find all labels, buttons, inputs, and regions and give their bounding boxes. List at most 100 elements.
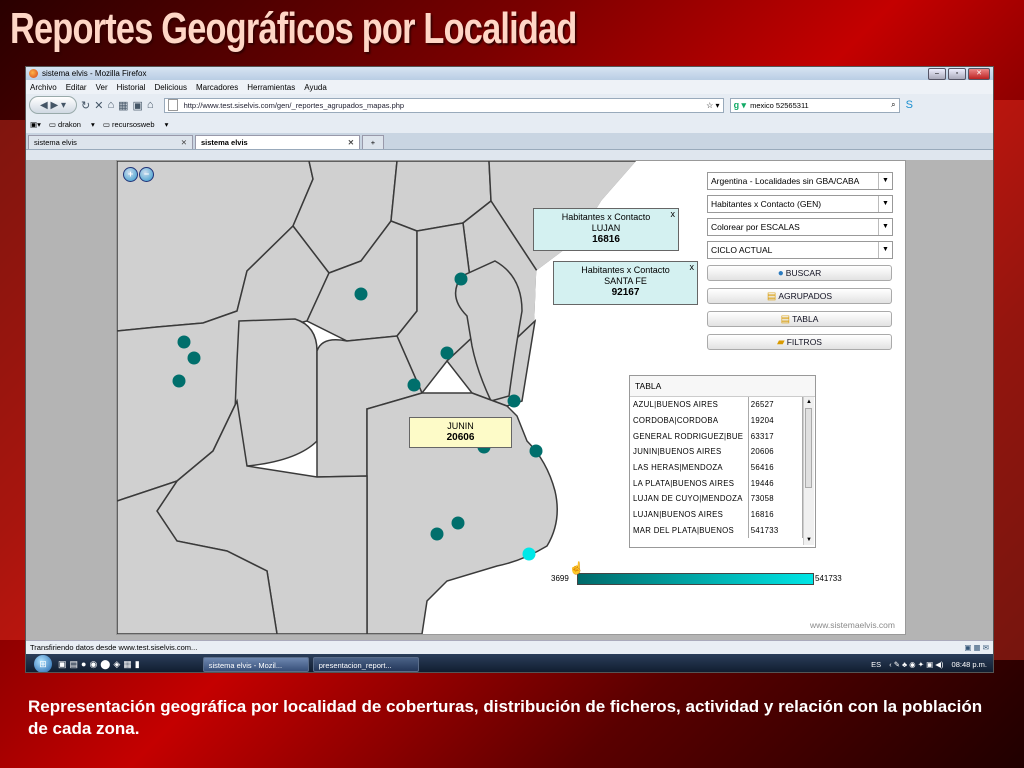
tab-sistema-elvis-2[interactable]: sistema elvis ✕ [195,135,360,149]
map-dot [507,394,521,408]
chevron-down-icon[interactable]: ▼ [878,196,892,212]
bookmark-star-icon[interactable]: ☆ ▾ [706,101,719,110]
map-dot [354,287,368,301]
slide-title: Reportes Geográficos por Localidad [10,4,577,53]
map-dot [407,378,421,392]
task-firefox[interactable]: sistema elvis - Mozil... [202,656,309,672]
bookmark-drakon[interactable]: ▭ drakon ▾ [49,120,95,129]
menu-bar: Archivo Editar Ver Historial Delicious M… [26,80,993,94]
address-bar[interactable]: http://www.test.siselvis.com/gen/_report… [163,97,724,113]
tooltip-lujan: x Habitantes x Contacto LUJAN 16816 [533,208,679,251]
table-row[interactable]: LAS HERAS|MENDOZA 56416 [631,459,804,476]
start-button[interactable]: ⊞ [34,655,52,672]
table-row[interactable]: JUNIN|BUENOS AIRES 20606 [631,444,804,460]
menu-historial[interactable]: Historial [117,83,146,92]
address-url[interactable]: http://www.test.siselvis.com/gen/_report… [184,101,707,110]
province-cuyo [232,318,318,467]
cycle-select[interactable]: CICLO ACTUAL ▼ [707,241,893,259]
bookmark-recursosweb[interactable]: ▭ recursosweb ▾ [103,120,169,129]
language-indicator[interactable]: ES [871,660,881,669]
region-select[interactable]: Argentina - Localidades sin GBA/CABA ▼ [707,172,893,190]
menu-ver[interactable]: Ver [96,83,108,92]
scale-cursor-icon[interactable]: ☝ [569,561,584,575]
zoom-in-icon[interactable]: + [123,167,138,182]
table-row[interactable]: LUJAN DE CUYO|MENDOZA 73058 [631,491,804,507]
map-dot-highlight [522,547,536,561]
map-dot [187,351,201,365]
scale-max-label: 541733 [815,574,842,583]
home-icon[interactable]: ⌂ [107,97,114,113]
tray-icons[interactable]: ‹ ✎ ♣ ◉ ✦ ▣ ◀) [889,660,943,669]
menu-ayuda[interactable]: Ayuda [304,83,327,92]
search-box[interactable]: g ▾ mexico 52565311 ⌕ [729,97,900,113]
back-forward-button[interactable]: ◀ ▶ ▾ [29,96,77,114]
tab-sistema-elvis-1[interactable]: sistema elvis ✕ [28,135,193,149]
menu-delicious[interactable]: Delicious [155,83,187,92]
document-icon: ▤ [780,313,791,325]
chevron-down-icon[interactable]: ▼ [878,242,892,258]
status-bar: Transfiriendo datos desde www.test.sisel… [26,640,993,654]
toolbar-icon-b[interactable]: ▣ [133,97,143,113]
filtros-button[interactable]: ▰ FILTROS [707,334,892,350]
table-title: TABLA [630,376,815,397]
chevron-down-icon[interactable]: ▼ [878,219,892,235]
scroll-thumb[interactable] [805,408,812,488]
tabla-button[interactable]: ▤ TABLA [707,311,892,327]
maximize-button[interactable]: ▫ [948,67,966,80]
tooltip-santa-fe: x Habitantes x Contacto SANTA FE 92167 [553,261,698,305]
bookmarks-menu-icon[interactable]: ▣▾ [30,120,41,129]
tab-strip: sistema elvis ✕ sistema elvis ✕ + [26,133,993,150]
document-icon: ▤ [766,290,777,302]
table-row[interactable]: MAR DEL PLATA|BUENOS 541733 [631,522,804,539]
browser-window: sistema elvis - Mozilla Firefox – ▫ ✕ Ar… [25,66,994,673]
metric-select[interactable]: Habitantes x Contacto (GEN) ▼ [707,195,893,213]
table-row[interactable]: AZUL|BUENOS AIRES 26527 [631,397,804,413]
color-mode-select[interactable]: Colorear por ESCALAS ▼ [707,218,893,236]
table-row[interactable]: CORDOBA|CORDOBA 19204 [631,412,804,429]
map-dot [454,272,468,286]
menu-archivo[interactable]: Archivo [30,83,57,92]
table-scrollbar[interactable]: ▲ ▼ [803,397,814,545]
quicklaunch-icons[interactable]: ▣▤●◉⬤◈▦▮ [58,659,143,670]
skype-icon[interactable]: S [906,97,913,113]
agrupados-button[interactable]: ▤ AGRUPADOS [707,288,892,304]
tab-close-icon[interactable]: ✕ [348,138,354,147]
report-page: + − x Habitantes x Contacto LUJAN 16816 … [116,160,906,635]
minimize-button[interactable]: – [928,67,946,80]
table-row[interactable]: GENERAL RODRIGUEZ|BUE 63317 [631,428,804,445]
map-dot [529,444,543,458]
slide-caption: Representación geográfica por localidad … [28,697,983,738]
tab-close-icon[interactable]: ✕ [181,138,187,147]
task-presentation[interactable]: presentacion_report... [312,656,419,672]
tag-icon[interactable]: ⌂ [147,97,154,113]
content-area: + − x Habitantes x Contacto LUJAN 16816 … [26,160,993,640]
close-window-button[interactable]: ✕ [968,67,990,80]
tooltip-close-icon[interactable]: x [671,209,676,220]
stop-icon[interactable]: ✕ [94,97,103,113]
system-tray: ES ‹ ✎ ♣ ◉ ✦ ▣ ◀) 08:48 p.m. [863,660,987,669]
menu-herramientas[interactable]: Herramientas [247,83,295,92]
data-table: AZUL|BUENOS AIRES 26527 CORDOBA|CORDOBA 19… [631,397,804,539]
site-watermark: www.sistemaelvis.com [809,620,895,630]
zoom-out-icon[interactable]: − [139,167,154,182]
search-input[interactable]: mexico 52565311 [750,101,891,110]
menu-marcadores[interactable]: Marcadores [196,83,238,92]
clock[interactable]: 08:48 p.m. [952,660,987,669]
status-icons[interactable]: ▣ ▦ ✉ [964,641,989,655]
toolbar-icon-a[interactable]: ▦ [118,97,128,113]
tooltip-junin: JUNIN 20606 [409,417,512,448]
chevron-down-icon[interactable]: ▼ [878,173,892,189]
tooltip-close-icon[interactable]: x [690,262,695,273]
windows-taskbar: ⊞ ▣▤●◉⬤◈▦▮ sistema elvis - Mozil... pres… [26,654,993,672]
color-scale-bar [577,573,814,585]
new-tab-button[interactable]: + [362,135,384,149]
table-row[interactable]: LA PLATA|BUENOS AIRES 19446 [631,475,804,492]
table-row[interactable]: LUJAN|BUENOS AIRES 16816 [631,506,804,523]
buscar-button[interactable]: ● BUSCAR [707,265,892,281]
menu-editar[interactable]: Editar [66,83,87,92]
reload-icon[interactable]: ↻ [81,97,90,113]
scroll-up-icon[interactable]: ▲ [804,397,814,407]
scroll-down-icon[interactable]: ▼ [804,535,814,545]
google-icon[interactable]: g ▾ [734,100,747,111]
search-icon[interactable]: ⌕ [891,100,895,110]
